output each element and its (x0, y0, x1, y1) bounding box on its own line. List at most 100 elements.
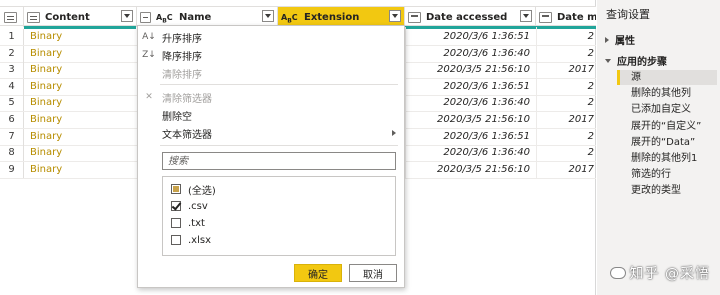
menu-item-sort-descending[interactable]: Z↓ 降序排序 (138, 46, 404, 64)
date-accessed-cell[interactable]: 2020/3/6 1:36:51 (443, 129, 530, 145)
row-number: 4 (0, 78, 24, 95)
filter-option-select-all[interactable]: (全选) (171, 181, 216, 197)
date-modified-cell[interactable]: 2 (536, 95, 596, 111)
applied-step-item[interactable]: 已添加自定义 (617, 102, 717, 117)
row-number: 5 (0, 95, 24, 112)
column-header-label: Extension (304, 11, 360, 23)
checkbox-unchecked-icon[interactable] (171, 218, 181, 228)
filter-search-input[interactable] (162, 152, 396, 170)
column-filter-menu: A↓ 升序排序 Z↓ 降序排序 清除排序 ✕ 清除筛选器 删除空 文本筛选器 (… (137, 25, 405, 288)
checkbox-checked-icon[interactable] (171, 201, 181, 211)
menu-item-remove-empty[interactable]: 删除空 (138, 106, 404, 124)
pane-title: 查询设置 (606, 8, 650, 21)
binary-cell[interactable]: Binary (30, 46, 62, 62)
submenu-arrow-icon (392, 130, 396, 136)
chevron-down-icon (605, 58, 611, 63)
date-modified-cell[interactable]: 2 (536, 79, 596, 95)
column-filter-dropdown-button[interactable] (262, 10, 274, 22)
column-header-label: Date mod (557, 11, 596, 23)
sort-icon (140, 11, 151, 23)
properties-section-toggle[interactable]: 属性 (605, 32, 635, 47)
column-filter-dropdown-button[interactable] (520, 10, 532, 22)
chevron-right-icon (605, 36, 609, 43)
applied-step-item[interactable]: 展开的“自定义” (617, 119, 717, 134)
applied-step-item[interactable]: 展开的“Data” (617, 135, 717, 150)
cancel-button[interactable]: 取消 (349, 264, 397, 282)
filter-values-list: (全选) .csv .txt .xlsx (162, 176, 396, 256)
table-menu-button[interactable] (0, 7, 24, 27)
column-filter-dropdown-button[interactable] (389, 10, 401, 22)
date-accessed-cell[interactable]: 2020/3/6 1:36:51 (443, 79, 530, 95)
binary-cell[interactable]: Binary (30, 79, 62, 95)
row-number: 7 (0, 128, 24, 145)
date-accessed-cell[interactable]: 2020/3/6 1:36:51 (443, 29, 530, 45)
calendar-icon (408, 11, 421, 23)
applied-step-item[interactable]: 删除的其他列1 (617, 151, 717, 166)
column-filter-dropdown-button[interactable] (121, 10, 133, 22)
applied-step-item[interactable]: 删除的其他列 (617, 86, 717, 101)
date-accessed-cell[interactable]: 2020/3/5 21:56:10 (437, 162, 530, 178)
row-number: 6 (0, 112, 24, 128)
filter-option-csv[interactable]: .csv (171, 198, 208, 214)
filter-option-txt[interactable]: .txt (171, 215, 205, 231)
row-number: 1 (0, 29, 24, 45)
date-modified-cell[interactable]: 2017 (536, 62, 596, 78)
date-modified-cell[interactable]: 2 (536, 29, 596, 45)
date-accessed-cell[interactable]: 2020/3/5 21:56:10 (437, 112, 530, 128)
menu-divider (160, 145, 398, 146)
query-settings-pane: 查询设置 属性 应用的步骤 源删除的其他列 已添加自定义 展开的“自定义” 展开的“D… (597, 0, 720, 295)
table-icon (27, 11, 40, 23)
sort-ascending-icon: A↓ (142, 32, 156, 42)
column-header-extension[interactable]: ABC Extension (278, 7, 405, 27)
column-header-content[interactable]: Content (24, 7, 137, 27)
grid-header: Content ABC Name ABC Extension Date acce… (0, 6, 596, 27)
binary-cell[interactable]: Binary (30, 95, 62, 111)
column-header-date-modified[interactable]: Date mod (536, 7, 596, 27)
menu-item-text-filters[interactable]: 文本筛选器 (138, 124, 404, 142)
applied-step-item[interactable]: 源 (617, 70, 717, 85)
binary-cell[interactable]: Binary (30, 29, 62, 45)
row-number: 2 (0, 45, 24, 62)
row-number: 9 (0, 161, 24, 178)
row-number: 3 (0, 62, 24, 79)
date-modified-cell[interactable]: 2 (536, 145, 596, 161)
date-modified-cell[interactable]: 2017 (536, 112, 596, 128)
menu-item-sort-ascending[interactable]: A↓ 升序排序 (138, 28, 404, 46)
menu-divider (160, 84, 398, 85)
sort-descending-icon: Z↓ (142, 50, 156, 60)
calendar-icon (539, 11, 552, 23)
applied-steps-section-toggle[interactable]: 应用的步骤 (605, 53, 667, 68)
abc-text-icon: ABC (156, 12, 173, 25)
menu-item-clear-filter: ✕ 清除筛选器 (138, 88, 404, 106)
binary-cell[interactable]: Binary (30, 162, 62, 178)
table-icon (4, 11, 17, 23)
date-accessed-cell[interactable]: 2020/3/5 21:56:10 (437, 62, 530, 78)
column-header-date-accessed[interactable]: Date accessed (405, 7, 536, 27)
column-header-label: Content (45, 11, 90, 23)
date-accessed-cell[interactable]: 2020/3/6 1:36:40 (443, 95, 530, 111)
binary-cell[interactable]: Binary (30, 145, 62, 161)
binary-cell[interactable]: Binary (30, 129, 62, 145)
column-header-name[interactable]: ABC Name (137, 7, 278, 27)
menu-item-clear-sort: 清除排序 (162, 69, 202, 81)
date-modified-cell[interactable]: 2 (536, 129, 596, 145)
column-header-label: Name (179, 11, 212, 23)
date-accessed-cell[interactable]: 2020/3/6 1:36:40 (443, 145, 530, 161)
watermark: 知乎 @采悟 (609, 263, 710, 283)
date-accessed-cell[interactable]: 2020/3/6 1:36:40 (443, 46, 530, 62)
applied-step-item[interactable]: 更改的类型 (617, 183, 717, 198)
filter-option-xlsx[interactable]: .xlsx (171, 232, 211, 248)
checkbox-unchecked-icon[interactable] (171, 235, 181, 245)
date-modified-cell[interactable]: 2017 (536, 162, 596, 178)
clear-filter-icon: ✕ (145, 92, 153, 102)
applied-step-item[interactable]: 筛选的行 (617, 167, 717, 182)
row-number: 8 (0, 145, 24, 162)
abc-text-icon: ABC (281, 12, 298, 25)
date-modified-cell[interactable]: 2 (536, 46, 596, 62)
checkbox-partial-icon[interactable] (171, 184, 181, 194)
ok-button[interactable]: 确定 (294, 264, 342, 282)
binary-cell[interactable]: Binary (30, 62, 62, 78)
column-header-label: Date accessed (426, 11, 508, 23)
watermark-logo-icon (609, 267, 626, 279)
binary-cell[interactable]: Binary (30, 112, 62, 128)
